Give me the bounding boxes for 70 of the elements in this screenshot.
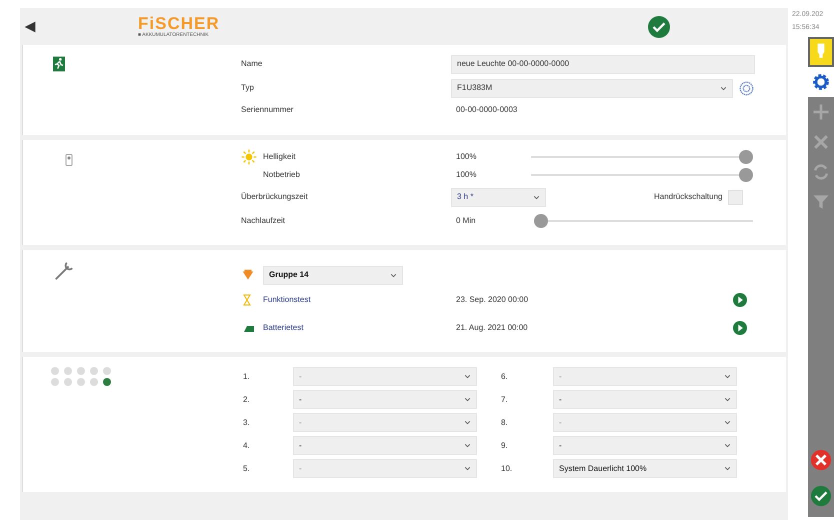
- logo: FiSCHER: [138, 15, 220, 32]
- slot-number: 7.: [501, 394, 509, 406]
- field-label: Helligkeit: [263, 151, 296, 163]
- serial-number: 00-00-0000-0003: [456, 104, 518, 116]
- caret-icon: [464, 465, 471, 472]
- caret-icon: [724, 419, 731, 426]
- caret-icon: [464, 373, 471, 380]
- field-label: Seriennummer: [241, 104, 294, 116]
- slot-number: 2.: [242, 394, 251, 406]
- slot-number: 5.: [242, 462, 251, 474]
- test-date: 21. Aug. 2021 00:00: [455, 322, 529, 334]
- check-icon: [648, 16, 670, 38]
- slot-number: 1.: [242, 370, 251, 382]
- caret-icon: [464, 442, 471, 449]
- field-label: Nachlaufzeit: [241, 215, 286, 227]
- globe-icon[interactable]: [739, 80, 754, 96]
- slider-thumb[interactable]: [534, 214, 548, 228]
- play-icon[interactable]: [733, 293, 747, 307]
- name-field[interactable]: neue Leuchte 00-00-0000-0000: [451, 54, 755, 74]
- field-label: Überbrückungszeit: [241, 191, 309, 203]
- slot-select[interactable]: -: [293, 436, 477, 455]
- caret-icon: [724, 373, 731, 380]
- group-select[interactable]: Gruppe 14: [263, 266, 403, 284]
- slot-select[interactable]: System Dauerlicht 100%: [553, 459, 737, 478]
- test-label: Funktionstest: [263, 294, 311, 306]
- test-label: Batterietest: [263, 322, 304, 334]
- field-label: Typ: [241, 82, 255, 94]
- play-icon[interactable]: [733, 321, 747, 335]
- test-date: 23. Sep. 2020 00:00: [455, 294, 530, 306]
- caret-icon: [724, 465, 731, 472]
- manual-reset-checkbox[interactable]: [728, 190, 744, 204]
- back-icon[interactable]: [22, 18, 38, 34]
- sidebar-button[interactable]: [808, 37, 834, 67]
- field-label: Name: [241, 58, 264, 70]
- caret-icon: [390, 272, 397, 278]
- slot-number: 10.: [501, 462, 514, 474]
- caret-icon: [464, 419, 471, 426]
- refresh-icon: [811, 162, 831, 182]
- slider-thumb[interactable]: [739, 168, 753, 182]
- close-icon: [811, 132, 831, 152]
- slider-reading: 100%: [455, 169, 478, 181]
- slot-number: 3.: [242, 416, 251, 428]
- slot-number: 9.: [501, 440, 509, 452]
- caret-icon: [724, 442, 731, 449]
- field-label: Handrückschaltung: [654, 191, 722, 203]
- slot-number: 6.: [501, 370, 509, 382]
- field-label: Notbetrieb: [263, 169, 300, 181]
- caret-icon: [724, 396, 731, 403]
- slot-select[interactable]: -: [293, 390, 477, 409]
- slot-number: 8.: [501, 416, 509, 428]
- sun-icon: [241, 149, 257, 165]
- settings-icon: [811, 72, 831, 92]
- wrench-icon: [53, 260, 75, 282]
- caret-icon: [720, 84, 727, 92]
- type-select[interactable]: F1U383M: [451, 78, 733, 98]
- sidebar-button[interactable]: [808, 67, 834, 97]
- slider-thumb[interactable]: [739, 150, 753, 164]
- bridging-time-select[interactable]: 3 h *: [451, 188, 546, 206]
- exit-sign-icon: [51, 55, 67, 73]
- close-icon: [810, 449, 832, 471]
- hourglass-icon: [241, 293, 253, 307]
- caret-icon: [533, 194, 540, 200]
- slider-reading: 100%: [455, 151, 478, 163]
- slot-select[interactable]: -: [553, 390, 737, 409]
- check-icon: [810, 485, 832, 507]
- caret-icon: [464, 396, 471, 403]
- slot-select[interactable]: -: [553, 436, 737, 455]
- slot-number: 4.: [242, 440, 251, 452]
- slider-reading: 0 Min: [455, 215, 477, 227]
- add-icon: [811, 102, 831, 122]
